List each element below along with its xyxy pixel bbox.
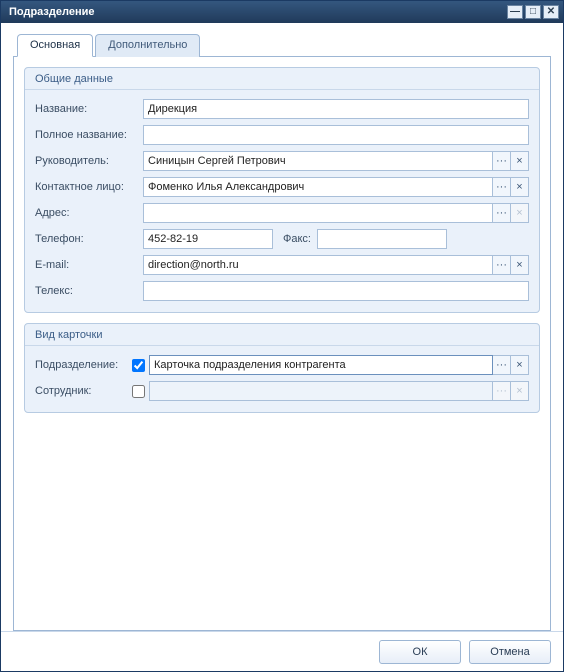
employee-clear-button: × <box>511 381 529 401</box>
employee-input <box>149 381 493 401</box>
name-input[interactable] <box>143 99 529 119</box>
dept-checkbox[interactable] <box>132 359 145 372</box>
phone-input[interactable] <box>143 229 273 249</box>
maximize-button[interactable]: □ <box>525 5 541 19</box>
label-email: E-mail: <box>35 259 143 271</box>
employee-checkbox[interactable] <box>132 385 145 398</box>
label-employee: Сотрудник: <box>35 385 127 397</box>
footer: ОК Отмена <box>1 631 563 671</box>
label-telex: Телекс: <box>35 285 143 297</box>
group-general-body: Название: Полное название: Руководитель:… <box>25 90 539 312</box>
label-fullname: Полное название: <box>35 129 143 141</box>
close-icon: ✕ <box>547 7 555 17</box>
ellipsis-icon: ··· <box>496 359 507 371</box>
head-input[interactable] <box>143 151 493 171</box>
group-cardtype-body: Подразделение: ··· × Сотрудник: ··· × <box>25 346 539 412</box>
address-clear-button: × <box>511 203 529 223</box>
clear-icon: × <box>516 155 522 167</box>
email-input[interactable] <box>143 255 493 275</box>
tab-main[interactable]: Основная <box>17 34 93 57</box>
head-lookup-button[interactable]: ··· <box>493 151 511 171</box>
group-cardtype-header: Вид карточки <box>25 324 539 346</box>
dept-lookup-button[interactable]: ··· <box>493 355 511 375</box>
head-clear-button[interactable]: × <box>511 151 529 171</box>
telex-input[interactable] <box>143 281 529 301</box>
dept-clear-button[interactable]: × <box>511 355 529 375</box>
label-dept: Подразделение: <box>35 359 127 371</box>
titlebar[interactable]: Подразделение — □ ✕ <box>1 1 563 23</box>
ellipsis-icon: ··· <box>496 155 507 167</box>
label-name: Название: <box>35 103 143 115</box>
label-phone: Телефон: <box>35 233 143 245</box>
tabpage-main: Общие данные Название: Полное название: … <box>13 57 551 631</box>
clear-icon: × <box>516 385 522 397</box>
clear-icon: × <box>516 181 522 193</box>
content: Основная Дополнительно Общие данные Назв… <box>1 23 563 631</box>
address-lookup-button[interactable]: ··· <box>493 203 511 223</box>
window-title: Подразделение <box>9 6 507 18</box>
contact-input[interactable] <box>143 177 493 197</box>
clear-icon: × <box>516 207 522 219</box>
clear-icon: × <box>516 359 522 371</box>
contact-clear-button[interactable]: × <box>511 177 529 197</box>
address-input[interactable] <box>143 203 493 223</box>
clear-icon: × <box>516 259 522 271</box>
ellipsis-icon: ··· <box>496 385 507 397</box>
group-general-header: Общие данные <box>25 68 539 90</box>
minimize-button[interactable]: — <box>507 5 523 19</box>
email-clear-button[interactable]: × <box>511 255 529 275</box>
ellipsis-icon: ··· <box>496 181 507 193</box>
ok-button[interactable]: ОК <box>379 640 461 664</box>
tabstrip: Основная Дополнительно <box>13 33 551 57</box>
ellipsis-icon: ··· <box>496 207 507 219</box>
maximize-icon: □ <box>530 7 536 17</box>
fullname-input[interactable] <box>143 125 529 145</box>
label-contact: Контактное лицо: <box>35 181 143 193</box>
label-address: Адрес: <box>35 207 143 219</box>
label-head: Руководитель: <box>35 155 143 167</box>
cancel-button[interactable]: Отмена <box>469 640 551 664</box>
window: Подразделение — □ ✕ Основная Дополнитель… <box>0 0 564 672</box>
window-buttons: — □ ✕ <box>507 5 559 19</box>
fax-input[interactable] <box>317 229 447 249</box>
employee-lookup-button: ··· <box>493 381 511 401</box>
label-fax: Факс: <box>273 233 317 245</box>
dept-input[interactable] <box>149 355 493 375</box>
ellipsis-icon: ··· <box>496 259 507 271</box>
minimize-icon: — <box>510 7 520 17</box>
group-general: Общие данные Название: Полное название: … <box>24 67 540 313</box>
tab-extra[interactable]: Дополнительно <box>95 34 200 57</box>
email-lookup-button[interactable]: ··· <box>493 255 511 275</box>
close-button[interactable]: ✕ <box>543 5 559 19</box>
contact-lookup-button[interactable]: ··· <box>493 177 511 197</box>
group-cardtype: Вид карточки Подразделение: ··· × Сотруд… <box>24 323 540 413</box>
